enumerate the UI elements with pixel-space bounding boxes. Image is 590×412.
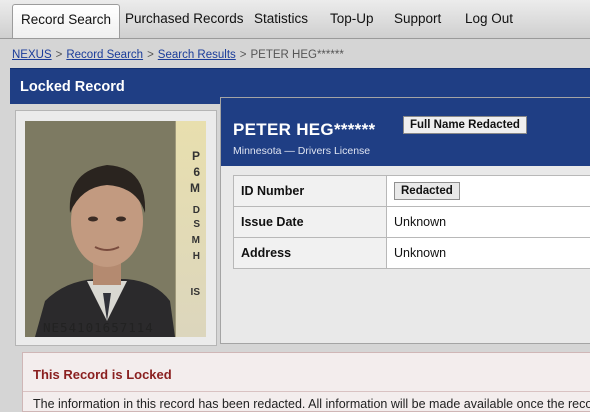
license-text: M — [192, 235, 200, 246]
tab-record-search[interactable]: Record Search — [12, 4, 120, 38]
breadcrumb-record-search-link[interactable]: Record Search — [66, 49, 143, 61]
redacted-button[interactable]: Redacted — [394, 182, 460, 200]
tab-support[interactable]: Support — [386, 5, 449, 33]
license-text: P — [192, 149, 200, 163]
license-text: 6 — [193, 165, 200, 179]
divider — [23, 391, 590, 392]
license-text: IS — [191, 287, 200, 298]
breadcrumb-separator: > — [56, 49, 63, 61]
license-text: S — [193, 219, 200, 230]
breadcrumb-search-results-link[interactable]: Search Results — [158, 49, 236, 61]
address-value: Unknown — [387, 238, 590, 269]
breadcrumb-current: PETER HEG****** — [250, 49, 343, 61]
tab-purchased-records[interactable]: Purchased Records — [117, 5, 252, 33]
id-number-label: ID Number — [234, 176, 387, 207]
license-text: D — [193, 205, 200, 216]
license-photo: P 6 M D S M H IS NE54101657114 — [25, 121, 206, 337]
license-text: H — [193, 251, 200, 262]
table-row: Issue Date Unknown — [234, 207, 590, 238]
locked-notice-title: This Record is Locked — [33, 367, 172, 382]
breadcrumb-separator: > — [240, 49, 247, 61]
breadcrumb: NEXUS>Record Search>Search Results>PETER… — [12, 49, 344, 61]
id-number-value: Redacted — [387, 176, 590, 207]
locked-notice-text: The information in this record has been … — [33, 397, 590, 411]
tab-statistics[interactable]: Statistics — [246, 5, 316, 33]
tab-log-out[interactable]: Log Out — [457, 5, 521, 33]
issue-date-value: Unknown — [387, 207, 590, 238]
issue-date-label: Issue Date — [234, 207, 387, 238]
license-photo-frame: P 6 M D S M H IS NE54101657114 — [15, 110, 217, 346]
table-row: Address Unknown — [234, 238, 590, 269]
license-number: NE54101657114 — [43, 320, 154, 335]
record-name-header: PETER HEG****** Full Name Redacted Minne… — [221, 98, 590, 166]
breadcrumb-nexus-link[interactable]: NEXUS — [12, 49, 52, 61]
tab-top-up[interactable]: Top-Up — [322, 5, 382, 33]
full-name-redacted-badge: Full Name Redacted — [403, 116, 527, 134]
record-details-table: ID Number Redacted Issue Date Unknown Ad… — [233, 175, 590, 269]
top-navigation: Record Search Purchased Records Statisti… — [0, 0, 590, 39]
locked-notice: This Record is Locked The information in… — [22, 352, 590, 412]
record-name: PETER HEG****** — [233, 120, 375, 140]
record-info-panel: PETER HEG****** Full Name Redacted Minne… — [220, 97, 590, 344]
table-row: ID Number Redacted — [234, 176, 590, 207]
address-label: Address — [234, 238, 387, 269]
record-subtitle: Minnesota — Drivers License — [233, 145, 370, 157]
license-text: M — [190, 181, 200, 195]
breadcrumb-separator: > — [147, 49, 154, 61]
